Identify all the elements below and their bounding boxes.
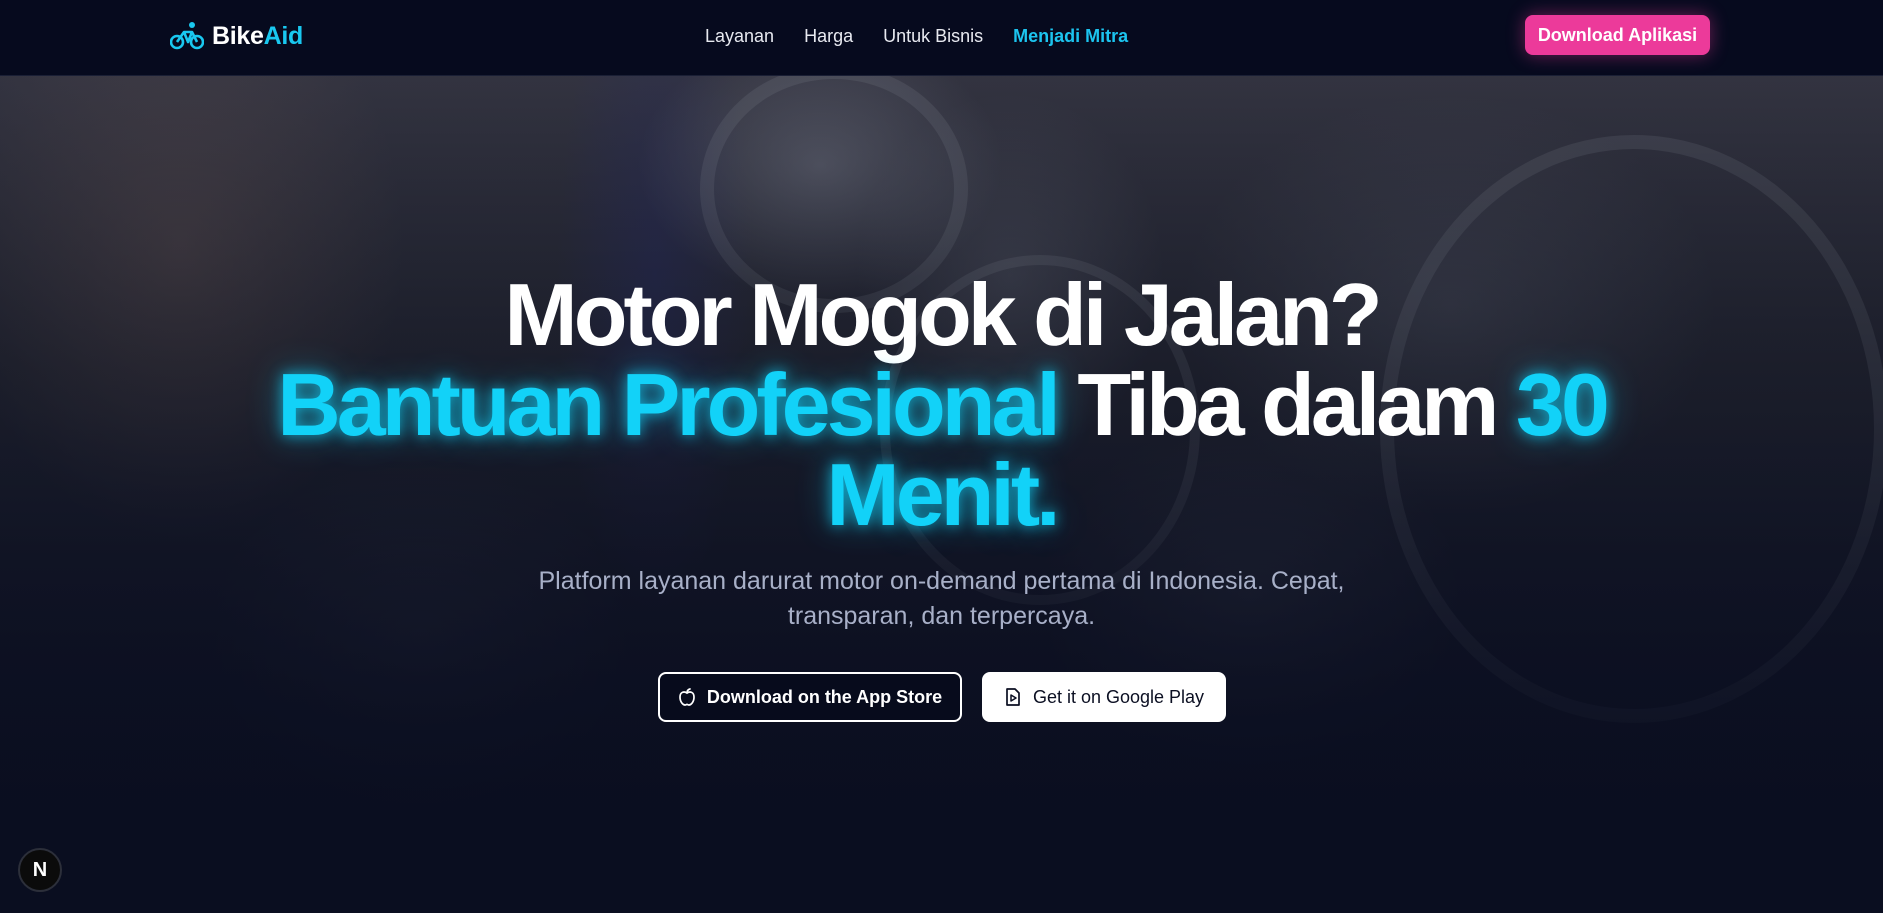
- google-play-button[interactable]: Get it on Google Play: [981, 672, 1226, 722]
- app-store-label: Download on the App Store: [706, 686, 943, 707]
- hero-headline: Motor Mogok di Jalan? Bantuan Profesiona…: [0, 270, 1883, 540]
- headline-arrival-text: Tiba dalam: [1056, 355, 1516, 454]
- page: BikeAid Layanan Harga Untuk Bisnis Menja…: [0, 0, 1883, 913]
- top-navbar: BikeAid Layanan Harga Untuk Bisnis Menja…: [0, 0, 1883, 76]
- framework-badge[interactable]: N: [18, 848, 62, 892]
- nav-menu: Layanan Harga Untuk Bisnis Menjadi Mitra: [705, 24, 1158, 48]
- google-play-label: Get it on Google Play: [1032, 686, 1205, 707]
- nav-item-harga[interactable]: Harga: [804, 24, 853, 48]
- badge-letter: N: [32, 858, 48, 881]
- download-app-button[interactable]: Download Aplikasi: [1525, 15, 1710, 55]
- hero-section: Motor Mogok di Jalan? Bantuan Profesiona…: [0, 270, 1883, 722]
- nav-item-menjadi-mitra[interactable]: Menjadi Mitra: [1013, 24, 1128, 48]
- nav-item-untuk-bisnis[interactable]: Untuk Bisnis: [883, 24, 983, 48]
- hero-subtitle: Platform layanan darurat motor on-demand…: [538, 567, 1345, 630]
- brand-name: BikeAid: [212, 22, 303, 51]
- app-store-button[interactable]: Download on the App Store: [657, 672, 962, 722]
- play-store-icon: [1006, 688, 1020, 706]
- headline-line-1: Motor Mogok di Jalan?: [504, 265, 1382, 364]
- headline-highlight-professional: Bantuan Profesional: [277, 355, 1061, 454]
- bicycle-icon: [170, 22, 204, 50]
- brand-logo[interactable]: BikeAid: [170, 20, 303, 52]
- brand-name-part2: Aid: [263, 21, 304, 50]
- nav-item-layanan[interactable]: Layanan: [705, 24, 774, 48]
- apple-icon: [678, 688, 695, 706]
- headline-highlight-minutes: Menit.: [826, 445, 1060, 544]
- headline-highlight-30: 30: [1515, 355, 1610, 454]
- headline-line-2: Bantuan Profesional Tiba dalam 30: [0, 360, 1883, 450]
- brand-name-part1: Bike: [212, 21, 264, 50]
- store-buttons: Download on the App Store Get it on Goog…: [0, 672, 1883, 722]
